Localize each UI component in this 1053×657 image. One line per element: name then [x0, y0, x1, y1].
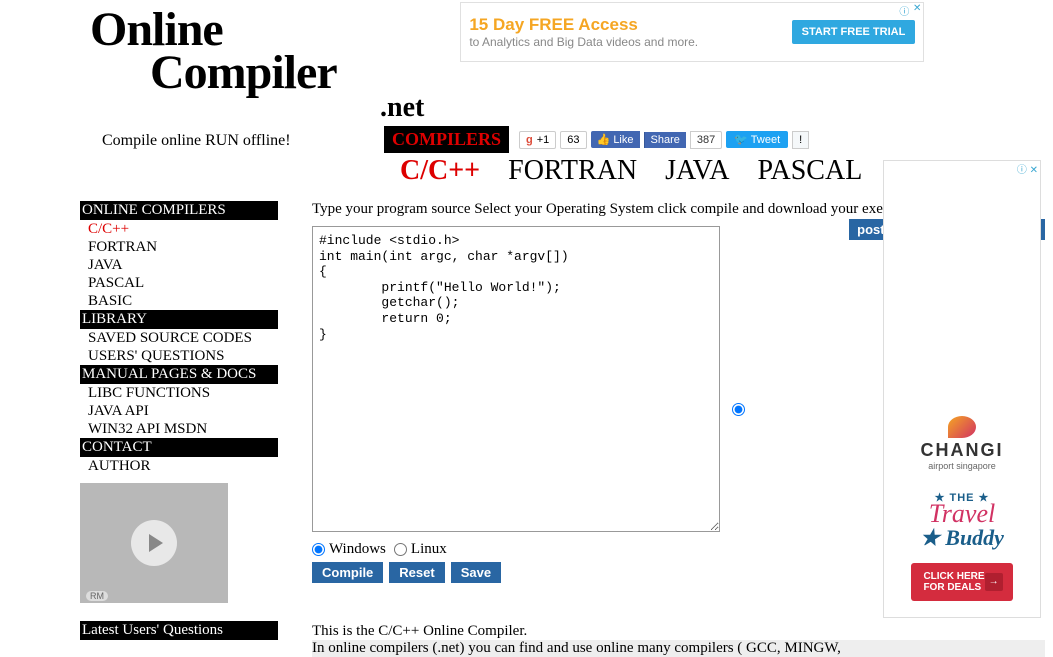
right-sidebar-ad[interactable]: ⓘ ✕ CHANGI airport singapore ★ THE ★ Tra… — [883, 160, 1041, 618]
play-icon — [131, 520, 177, 566]
ad-close-icon[interactable]: ✕ — [913, 3, 921, 14]
tweet-count: ! — [792, 131, 809, 149]
tab-pascal[interactable]: PASCAL — [758, 155, 863, 187]
google-plus-count: 63 — [560, 131, 586, 149]
logo-line3: .net — [380, 92, 424, 124]
radio-side[interactable] — [732, 403, 745, 416]
tweet-button[interactable]: 🐦 Tweet — [726, 131, 788, 148]
ad-cta-button[interactable]: START FREE TRIAL — [792, 20, 916, 44]
facebook-share-button[interactable]: Share — [644, 132, 686, 148]
google-plus-button[interactable]: g+1 — [519, 131, 556, 149]
compile-button[interactable]: Compile — [312, 562, 383, 583]
ad-info-icon[interactable]: ⓘ — [1017, 165, 1027, 176]
top-banner-ad[interactable]: 15 Day FREE Access to Analytics and Big … — [460, 2, 924, 62]
tab-fortran[interactable]: FORTRAN — [508, 155, 637, 187]
video-ad[interactable]: RM — [80, 483, 228, 603]
sidebar-header-latest: Latest Users' Questions — [80, 621, 278, 640]
ad-close-icon[interactable]: ✕ — [1030, 165, 1038, 176]
site-logo[interactable]: Online Compiler .net — [90, 0, 424, 124]
reset-button[interactable]: Reset — [389, 562, 444, 583]
compilers-badge: COMPILERS — [384, 126, 509, 153]
deals-button[interactable]: CLICK HEREFOR DEALS — [911, 563, 1012, 601]
tagline: Compile online RUN offline! — [102, 132, 291, 150]
code-editor[interactable] — [312, 226, 720, 532]
sidebar-header-library: LIBRARY — [80, 310, 278, 329]
radio-windows[interactable] — [312, 543, 325, 556]
facebook-like-button[interactable]: 👍 Like — [591, 131, 640, 148]
save-button[interactable]: Save — [451, 562, 501, 583]
changi-subtitle: airport singapore — [928, 461, 996, 471]
travel-text: Travel — [929, 504, 995, 525]
label-linux: Linux — [411, 541, 447, 558]
sidebar-header-contact: CONTACT — [80, 438, 278, 457]
label-windows: Windows — [329, 541, 386, 558]
social-buttons: g+1 63 👍 Like Share 387 🐦 Tweet ! — [519, 131, 809, 149]
changi-logo-icon — [948, 416, 976, 438]
ad-subtitle: to Analytics and Big Data videos and mor… — [469, 35, 698, 49]
facebook-count: 387 — [690, 131, 722, 149]
video-label: RM — [86, 591, 108, 601]
ad-info-icon[interactable]: ⓘ — [899, 3, 909, 18]
buddy-text: ★ Buddy — [920, 525, 1004, 551]
sidebar-header-compilers: ONLINE COMPILERS — [80, 201, 278, 220]
changi-brand: CHANGI — [921, 440, 1004, 461]
sidebar-header-manual: MANUAL PAGES & DOCS — [80, 365, 278, 384]
description-line1: This is the C/C++ Online Compiler. — [312, 623, 1045, 640]
tab-c-cpp[interactable]: C/C++ — [400, 155, 480, 187]
description-line2: In online compilers (.net) you can find … — [312, 640, 1045, 657]
ad-title: 15 Day FREE Access — [469, 15, 698, 35]
radio-linux[interactable] — [394, 543, 407, 556]
tab-java[interactable]: JAVA — [665, 155, 729, 187]
